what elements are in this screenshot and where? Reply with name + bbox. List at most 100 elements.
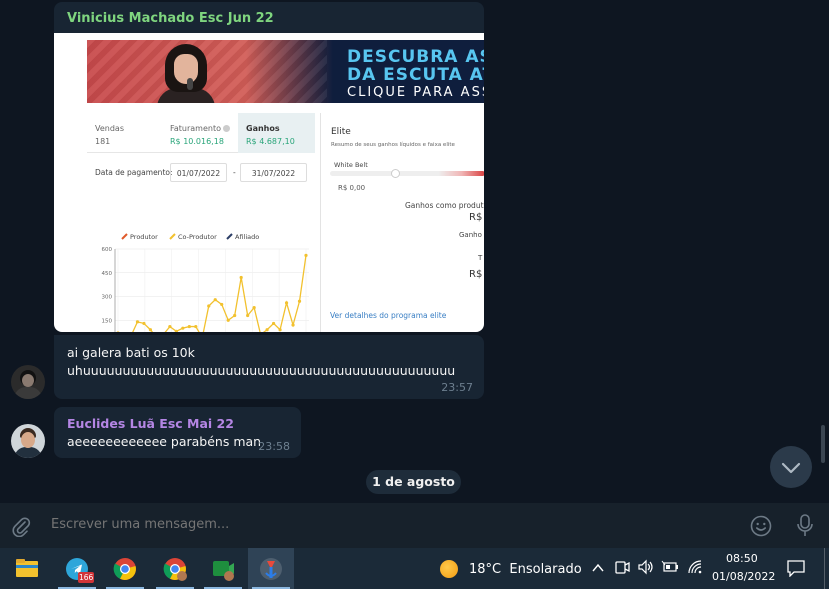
stat-value: R$ 10.016,18 [170,137,224,146]
attach-icon[interactable] [10,515,32,541]
stat-label: Faturamento [170,124,221,133]
elite-panel: Elite Resumo de seus ganhos líquidos e f… [320,113,484,332]
legend-swatch [169,233,176,240]
taskbar-active-app[interactable] [248,548,294,589]
stat-ganhos: Ganhos R$ 4.687,10 [238,113,315,153]
taskbar-telegram[interactable]: 166 [54,548,100,589]
windows-taskbar: 166 18°C Ensolarado 08:50 01/08/2022 [0,548,829,589]
data-point [252,305,256,310]
weather-condition: Ensolarado [509,562,582,577]
chevron-up-icon[interactable] [591,560,605,579]
taskbar-chrome-profile[interactable] [152,548,198,589]
legend-swatch [121,233,128,240]
data-point [304,253,308,257]
gains2-label: Ganho [459,231,482,239]
data-point [291,323,295,327]
data-point [168,324,172,329]
banner-line-3: CLIQUE PARA ASSI [347,85,484,100]
belt-progress-track [330,171,484,176]
meet-now-icon[interactable] [614,559,630,579]
date-divider: 1 de agosto [366,470,461,494]
data-point [194,324,198,329]
date-to: 31/07/2022 [240,163,307,182]
banner-line-1: DESCUBRA AS C [347,47,484,67]
taskbar-chrome[interactable] [102,548,148,589]
date-separator: - [233,168,236,177]
message-bubble[interactable]: ai galera bati os 10k uhuuuuuuuuuuuuuuuu… [54,335,484,399]
message-sender[interactable]: Vinicius Machado Esc Jun 22 [67,11,274,26]
data-point [297,299,302,303]
elite-title: Elite [331,127,351,137]
data-point [148,328,153,332]
data-point [187,324,191,329]
message-composer [0,503,829,548]
clock-date[interactable]: 01/08/2022 [712,570,775,583]
dashboard-screenshot[interactable]: DESCUBRA AS C DA ESCUTA ATIV CLIQUE PARA… [54,33,484,332]
payment-date-filter: Data de pagamento: 01/07/2022 - 31/07/20… [87,163,315,183]
video-call-icon [213,561,234,581]
promo-banner: DESCUBRA AS C DA ESCUTA ATIV CLIQUE PARA… [87,40,484,103]
chrome-icon [163,558,187,581]
y-tick-label: 300 [102,295,113,301]
stat-label: Vendas [95,124,124,133]
clock-time[interactable]: 08:50 [726,552,758,565]
info-icon [222,125,230,132]
taskbar-file-explorer[interactable] [4,548,50,589]
stat-vendas: Vendas 181 [87,113,162,153]
data-point [246,313,250,318]
stat-value: R$ 4.687,10 [246,137,295,146]
forwarded-image-message[interactable]: Vinicius Machado Esc Jun 22 DESCUBRA AS … [54,2,484,332]
notifications-icon[interactable] [786,559,806,581]
chrome-icon [113,558,136,580]
stats-row: Vendas 181 Faturamento R$ 10.016,18 Ganh… [87,113,315,153]
message-sender[interactable]: Euclides Luã Esc Mai 22 [67,416,234,431]
unread-badge: 166 [78,572,95,583]
app-icon [260,558,282,580]
temperature: 18°C [469,562,502,577]
message-time: 23:58 [258,440,290,453]
earnings-chart: ProdutorCo-ProdutorAfiliado0150300450600… [87,191,319,332]
stat-faturamento: Faturamento R$ 10.016,18 [162,113,238,153]
microphone-icon[interactable] [794,513,816,543]
message-text: aeeeeeeeeeeee parabéns man [67,434,262,449]
show-desktop-button[interactable] [824,548,829,589]
volume-icon[interactable] [637,559,655,579]
belt-label: White Belt [334,161,368,169]
y-tick-label: 450 [102,271,113,277]
date-label: Data de pagamento: [95,168,173,177]
data-point [142,321,146,326]
message-text: ai galera bati os 10k uhuuuuuuuuuuuuuuuu… [67,345,456,378]
elite-details-link: Ver detalhes do programa elite [330,311,447,320]
avatar[interactable] [11,365,45,399]
battery-icon[interactable] [661,559,679,579]
emoji-icon[interactable] [749,514,773,542]
belt-value: R$ 0,00 [338,184,366,192]
avatar[interactable] [11,424,45,458]
taskbar-meet[interactable] [200,548,246,589]
message-bubble[interactable]: Euclides Luã Esc Mai 22 aeeeeeeeeeeee pa… [54,407,301,458]
speaker-photo [157,44,215,103]
sun-icon[interactable] [440,560,458,578]
stat-label: Ganhos [246,124,280,133]
data-point [284,301,289,305]
folder-icon [16,559,38,577]
legend-swatch [226,233,233,240]
chat-area: Vinicius Machado Esc Jun 22 DESCUBRA AS … [0,0,829,503]
date-from: 01/07/2022 [170,163,227,182]
scrollbar-thumb[interactable] [821,425,825,463]
scroll-down-button[interactable] [770,446,812,488]
stat-value: 181 [95,137,111,146]
data-point [207,304,211,308]
y-tick-label: 150 [102,318,113,324]
wifi-icon[interactable] [687,559,703,579]
data-point [278,328,282,332]
gains3-value: R$ [469,269,483,280]
message-input[interactable] [51,517,701,532]
message-time: 23:57 [441,381,473,394]
weather-widget[interactable]: 18°C Ensolarado [469,562,582,577]
chart-svg: ProdutorCo-ProdutorAfiliado0150300450600… [102,233,309,332]
data-point [226,318,230,322]
data-point [239,275,243,280]
elite-subtitle: Resumo de seus ganhos líquidos e faixa e… [331,142,455,148]
data-point [116,331,120,332]
